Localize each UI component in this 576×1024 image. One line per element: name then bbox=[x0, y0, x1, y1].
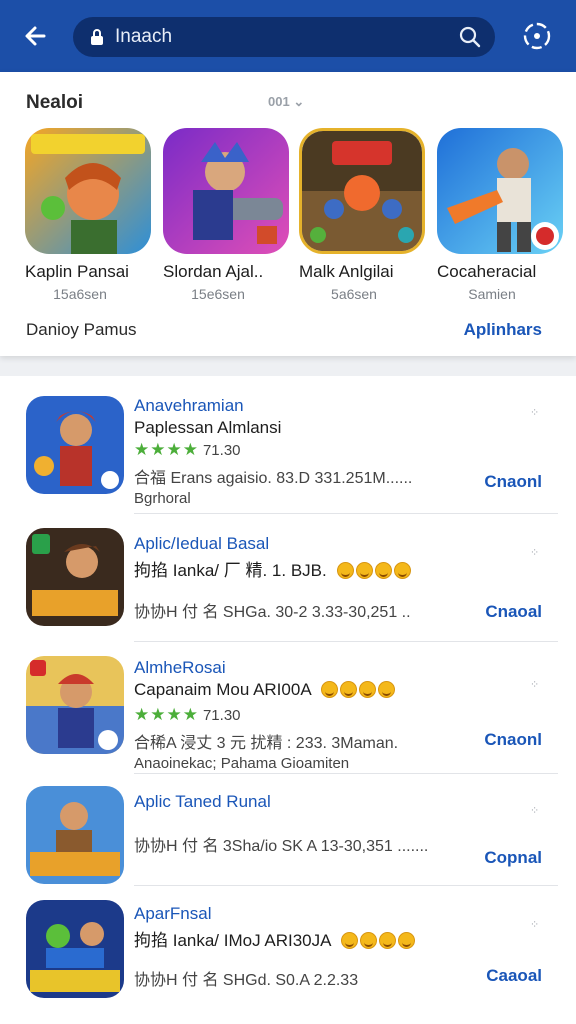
featured-app-subtitle: 15a6sen bbox=[53, 286, 107, 302]
app-meta: 协协H 付 名 SHGa. 30-2 3.33-30,251 .. bbox=[134, 604, 411, 621]
featured-app-subtitle: 5a6sen bbox=[331, 286, 377, 302]
app-category: Aplic Taned Runal bbox=[134, 792, 271, 811]
list-item-text: AlmheRosai Capanaim Mou ARI00A ★★★★ 71.30… bbox=[134, 658, 494, 772]
game-art-icon bbox=[26, 900, 124, 998]
app-developer: Bgrhoral bbox=[134, 490, 191, 507]
open-button[interactable]: Cnaonl bbox=[484, 730, 542, 750]
game-art-icon bbox=[299, 128, 425, 254]
back-button[interactable] bbox=[20, 20, 52, 52]
list-item[interactable]: AlmheRosai Capanaim Mou ARI00A ★★★★ 71.30… bbox=[0, 642, 576, 774]
app-meta: 合福 Erans agaisio. 83.D 331.251M...... bbox=[134, 470, 413, 487]
app-title-row: 拘掐 Ianka/ IMoJ ARI30JA bbox=[134, 926, 494, 954]
featured-section: Nealoi 001 ⌄ Kaplin Pansai 15a6sen Slord… bbox=[0, 72, 576, 356]
emoji-rating-icon bbox=[321, 681, 397, 703]
section-dropdown-label: 001 bbox=[268, 94, 290, 109]
app-title-row: Capanaim Mou ARI00A bbox=[134, 680, 494, 703]
list-item[interactable]: Aplic Taned Runal 协协H 付 名 3Sha/io SK A 1… bbox=[0, 774, 576, 886]
section-dropdown[interactable]: 001 ⌄ bbox=[268, 94, 304, 110]
list-item-text: Anavehramian Paplessan Almlansi ★★★★ 71.3… bbox=[134, 396, 494, 507]
app-developer: Anaoinekac; Pahama Gioamiten bbox=[134, 755, 350, 772]
app-list: Anavehramian Paplessan Almlansi ★★★★ 71.3… bbox=[0, 376, 576, 1024]
game-art-icon bbox=[25, 128, 151, 254]
list-item-text: AparFnsal 拘掐 Ianka/ IMoJ ARI30JA 协协H 付 名… bbox=[134, 904, 494, 990]
featured-app-title: Malk Anlgilai bbox=[299, 262, 394, 281]
app-rating: ★★★★ 71.30 bbox=[134, 705, 494, 725]
app-title: Paplessan Almlansi bbox=[134, 418, 282, 437]
featured-app-card[interactable]: Cocaheracial Samien bbox=[437, 128, 567, 302]
app-header: Inaach bbox=[0, 0, 576, 72]
open-button[interactable]: Cnaonl bbox=[484, 472, 542, 492]
search-query: Inaach bbox=[115, 26, 173, 47]
more-options-icon[interactable]: ⁘ bbox=[530, 680, 540, 692]
game-art-icon bbox=[26, 528, 124, 626]
open-button[interactable]: Caaoal bbox=[486, 966, 542, 986]
refresh-settings-button[interactable] bbox=[519, 18, 555, 54]
list-item[interactable]: Anavehramian Paplessan Almlansi ★★★★ 71.3… bbox=[0, 376, 576, 514]
featured-app-title: Slordan Ajal.. bbox=[163, 262, 264, 281]
lock-icon bbox=[91, 29, 103, 45]
back-arrow-icon bbox=[25, 26, 46, 46]
featured-app-subtitle: Samien bbox=[468, 286, 516, 302]
app-title: 拘掐 Ianka/ 厂 精. 1. BJB. bbox=[134, 561, 327, 580]
star-rating-icon: ★★★★ bbox=[134, 440, 199, 459]
search-icon[interactable] bbox=[459, 26, 481, 48]
game-art-icon bbox=[26, 396, 124, 494]
emoji-rating-icon bbox=[337, 562, 413, 584]
featured-app-title: Kaplin Pansai bbox=[25, 262, 129, 281]
emoji-rating-icon bbox=[341, 932, 417, 954]
rating-value: 71.30 bbox=[202, 442, 241, 459]
list-item[interactable]: AparFnsal 拘掐 Ianka/ IMoJ ARI30JA 协协H 付 名… bbox=[0, 886, 576, 1014]
circular-settings-icon bbox=[523, 22, 551, 50]
app-rating: ★★★★ 71.30 bbox=[134, 440, 494, 460]
featured-app-card[interactable]: Kaplin Pansai 15a6sen bbox=[25, 128, 155, 302]
game-art-icon bbox=[26, 786, 124, 884]
app-meta: 协协H 付 名 SHGd. S0.A 2.2.33 bbox=[134, 972, 359, 989]
app-category: Anavehramian bbox=[134, 396, 244, 415]
app-meta: 合稀A 浸丈 3 元 扰精 : 233. 3Maman. bbox=[134, 735, 399, 752]
featured-footer-label: Danioy Pamus bbox=[26, 320, 137, 339]
star-rating-icon: ★★★★ bbox=[134, 705, 199, 724]
game-art-icon bbox=[437, 128, 563, 254]
list-item-text: Aplic Taned Runal 协协H 付 名 3Sha/io SK A 1… bbox=[134, 792, 494, 856]
featured-app-card[interactable]: Slordan Ajal.. 15e6sen bbox=[163, 128, 293, 302]
more-options-icon[interactable]: ⁘ bbox=[530, 806, 540, 818]
list-item[interactable]: Aplic/Iedual Basal 拘掐 Ianka/ 厂 精. 1. BJB… bbox=[0, 514, 576, 642]
featured-see-all-link[interactable]: Aplinhars bbox=[464, 320, 542, 340]
more-options-icon[interactable]: ⁘ bbox=[530, 408, 540, 420]
featured-app-subtitle: 15e6sen bbox=[191, 286, 245, 302]
list-item-text: Aplic/Iedual Basal 拘掐 Ianka/ 厂 精. 1. BJB… bbox=[134, 534, 494, 622]
open-button[interactable]: Copnal bbox=[484, 848, 542, 868]
section-title: Nealoi bbox=[26, 92, 84, 113]
chevron-down-icon: ⌄ bbox=[293, 94, 305, 109]
app-category: Aplic/Iedual Basal bbox=[134, 534, 270, 553]
app-title-row: 拘掐 Ianka/ 厂 精. 1. BJB. bbox=[134, 556, 494, 584]
game-art-icon bbox=[26, 656, 124, 754]
more-options-icon[interactable]: ⁘ bbox=[530, 548, 540, 560]
featured-app-card[interactable]: Malk Anlgilai 5a6sen bbox=[299, 128, 429, 302]
rating-value: 71.30 bbox=[202, 707, 241, 724]
app-category: AparFnsal bbox=[134, 904, 212, 923]
app-meta: 协协H 付 名 3Sha/io SK A 13-30,351 ....... bbox=[134, 838, 429, 855]
app-title: 拘掐 Ianka/ IMoJ ARI30JA bbox=[134, 931, 331, 950]
search-input[interactable]: Inaach bbox=[73, 17, 495, 57]
open-button[interactable]: Cnaoal bbox=[485, 602, 542, 622]
app-category: AlmheRosai bbox=[134, 658, 226, 677]
more-options-icon[interactable]: ⁘ bbox=[530, 920, 540, 932]
featured-app-title: Cocaheracial bbox=[437, 262, 537, 281]
game-art-icon bbox=[163, 128, 289, 254]
app-title: Capanaim Mou ARI00A bbox=[134, 680, 311, 699]
